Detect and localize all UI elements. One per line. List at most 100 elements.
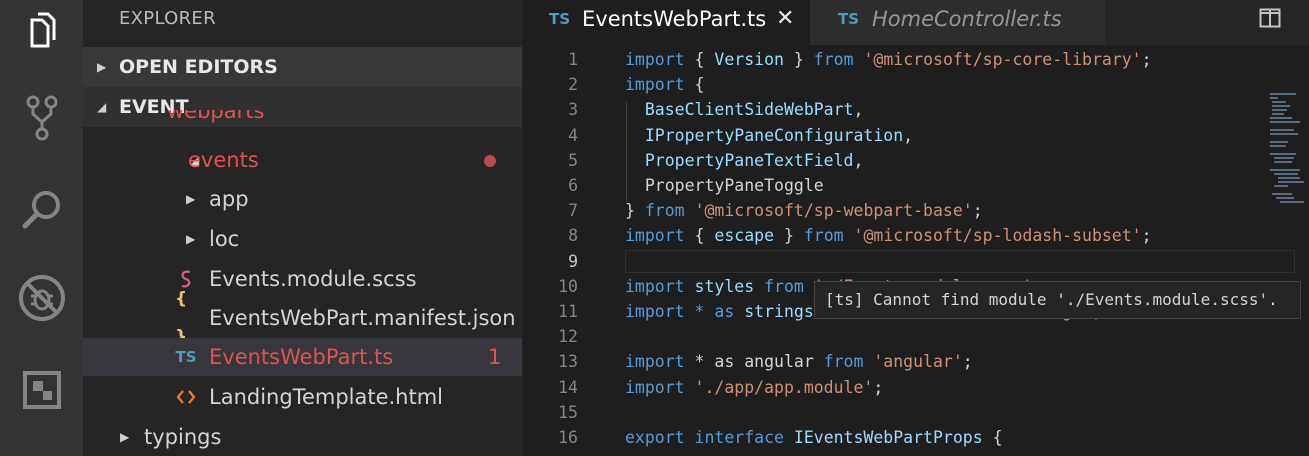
code-line[interactable]: 1 import { Version } from '@microsoft/sp-…	[522, 47, 1309, 72]
line-number: 6	[568, 176, 578, 195]
minimap[interactable]	[1270, 90, 1308, 220]
code-line[interactable]: 7} from '@microsoft/sp-webpart-base';	[522, 198, 1309, 223]
tree-item-label: app	[209, 187, 249, 211]
tree-item-label: loc	[209, 227, 240, 251]
code-line[interactable]: 3 BaseClientSideWebPart,	[522, 97, 1309, 122]
code-token: ,	[903, 125, 914, 145]
code-line[interactable]: 8 import { escape } from '@microsoft/sp-l…	[522, 223, 1309, 248]
code-token: styles	[694, 276, 755, 296]
line-number: 3	[568, 100, 578, 120]
tree-item-label: LandingTemplate.html	[209, 385, 444, 409]
tree-item-typings[interactable]: ▶ typings	[83, 418, 522, 456]
code-token: interface	[694, 428, 784, 447]
tree-item-events-module-scss[interactable]: Events.module.scss	[83, 260, 522, 298]
extensions-icon[interactable]	[0, 360, 83, 420]
line-number: 10	[558, 276, 578, 296]
line-code: import { Version } from '@microsoft/sp-c…	[625, 47, 1152, 72]
code-token: {	[684, 226, 715, 246]
code-line[interactable]: 15	[522, 400, 1309, 425]
chevron-right-icon: ▶	[97, 60, 107, 74]
tree-item-events[interactable]: ◢ events	[83, 141, 522, 179]
tab-eventswebpart-ts[interactable]: TS EventsWebPart.ts ✕	[522, 0, 810, 45]
code-line[interactable]: 9	[522, 249, 1309, 274]
code-line[interactable]: 2 import {	[522, 72, 1309, 97]
json-file-icon: { }	[175, 289, 188, 347]
hover-tooltip: [ts] Cannot find module './Events.module…	[814, 281, 1301, 319]
chevron-right-icon: ▶	[186, 232, 196, 246]
line-code: PropertyPaneTextField,	[625, 148, 864, 173]
tab-homecontroller-ts[interactable]: TS HomeController.ts	[810, 0, 1105, 45]
code-editor[interactable]: 1 import { Version } from '@microsoft/sp-…	[522, 45, 1309, 456]
code-line[interactable]: 4 IPropertyPaneConfiguration,	[522, 123, 1309, 148]
code-token: '@microsoft/sp-lodash-subset'	[853, 226, 1142, 246]
ts-file-icon: TS	[175, 348, 197, 366]
code-line[interactable]: 13 import * as angular from 'angular';	[522, 349, 1309, 374]
code-token: '@microsoft/sp-webpart-base'	[694, 201, 973, 221]
line-number: 11	[558, 302, 578, 321]
open-editors-label: OPEN EDITORS	[119, 56, 278, 78]
line-number: 9	[568, 251, 578, 271]
code-token: escape	[714, 226, 775, 246]
tree-item-label: Events.module.scss	[209, 267, 417, 291]
tree-item-landingtemplate-html[interactable]: LandingTemplate.html	[83, 378, 522, 416]
line-code: import './app/app.module';	[625, 375, 883, 400]
files-icon[interactable]	[0, 0, 83, 60]
line-number: 7	[568, 201, 578, 221]
code-token: 'angular'	[873, 352, 963, 372]
close-icon[interactable]: ✕	[776, 0, 794, 38]
line-number: 4	[568, 125, 578, 145]
error-count-badge: 1	[488, 345, 502, 369]
tree-item-manifest-json[interactable]: { } EventsWebPart.manifest.json	[83, 289, 522, 347]
tree-item-label: typings	[144, 425, 222, 449]
line-number: 5	[568, 150, 578, 170]
split-editor-icon[interactable]	[1259, 8, 1281, 28]
open-editors-section[interactable]: ▶ OPEN EDITORS	[83, 47, 522, 87]
code-line[interactable]: 16 export interface IEventsWebPartProps {	[522, 425, 1309, 450]
code-line[interactable]: 5 PropertyPaneTextField,	[522, 148, 1309, 173]
debug-icon[interactable]	[0, 268, 83, 328]
code-token: ,	[853, 150, 864, 170]
code-token: ;	[962, 352, 973, 372]
code-token: PropertyPaneToggle	[644, 176, 824, 195]
code-token: import	[625, 302, 685, 321]
code-token: IEventsWebPartProps	[793, 428, 983, 447]
chevron-right-icon: ▶	[120, 430, 130, 444]
source-control-icon[interactable]	[0, 88, 83, 148]
code-token: from	[644, 201, 685, 221]
chevron-right-icon: ▶	[186, 192, 196, 206]
line-number: 2	[568, 75, 578, 95]
code-token: }	[774, 226, 804, 246]
line-code: import { escape } from '@microsoft/sp-lo…	[625, 223, 1152, 248]
tree-item-app[interactable]: ▶ app	[83, 180, 522, 218]
code-token: {	[684, 75, 705, 95]
code-token: './app/app.module'	[694, 377, 874, 397]
code-line[interactable]: 14 import './app/app.module';	[522, 375, 1309, 400]
html-file-icon	[175, 378, 197, 416]
line-number: 1	[568, 50, 578, 69]
search-icon[interactable]	[0, 180, 83, 240]
editor-group: TS EventsWebPart.ts ✕ TS HomeController.…	[522, 0, 1309, 456]
code-token: as	[714, 302, 735, 321]
tree-item-eventswebpart-ts[interactable]: TS EventsWebPart.ts 1	[83, 338, 522, 376]
line-number: 15	[558, 402, 578, 422]
code-token: import	[625, 75, 685, 95]
code-line[interactable]: 12	[522, 324, 1309, 349]
code-line[interactable]: 6 PropertyPaneToggle	[522, 173, 1309, 198]
code-token: import	[625, 276, 685, 296]
code-token: strings	[744, 302, 814, 321]
tree-item-label: EventsWebPart.manifest.json	[209, 306, 516, 330]
tree-item-loc[interactable]: ▶ loc	[83, 220, 522, 258]
tab-bar: TS EventsWebPart.ts ✕ TS HomeController.…	[522, 0, 1309, 45]
activity-bar	[0, 0, 83, 456]
ts-file-icon: TS	[549, 10, 571, 28]
tree-item-webparts[interactable]: webparts	[83, 110, 522, 130]
